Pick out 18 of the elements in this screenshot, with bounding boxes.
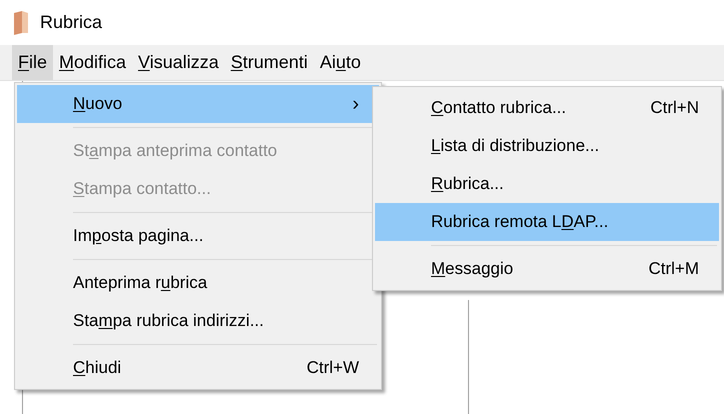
menu-item[interactable]: Chiudi Ctrl+W: [17, 349, 379, 387]
shortcut-text: Ctrl+N: [650, 97, 699, 120]
menu-item[interactable]: Rubrica...: [375, 165, 719, 203]
shortcut-text: Ctrl+M: [648, 258, 699, 280]
menu-item[interactable]: Nuovo ›: [17, 85, 379, 123]
menu-bar-item[interactable]: Aiuto: [314, 45, 367, 80]
menu-item[interactable]: Rubrica remota LDAP...: [375, 203, 719, 241]
menu-bar-item[interactable]: File: [12, 45, 54, 80]
menu-item[interactable]: Lista di distribuzione...: [375, 127, 719, 165]
menu-bar-item[interactable]: Strumenti: [224, 45, 314, 80]
menu-bar-item[interactable]: Visualizza: [132, 45, 225, 80]
menu-item[interactable]: Messaggio Ctrl+M: [375, 250, 719, 288]
submenu-arrow: ›: [352, 94, 359, 114]
book-icon: [12, 10, 30, 34]
menu-item[interactable]: Stampa rubrica indirizzi...: [17, 302, 379, 340]
menu-bar-item[interactable]: Modifica: [53, 45, 132, 80]
shortcut-text: Ctrl+W: [306, 357, 359, 380]
window-title: Rubrica: [40, 11, 102, 34]
